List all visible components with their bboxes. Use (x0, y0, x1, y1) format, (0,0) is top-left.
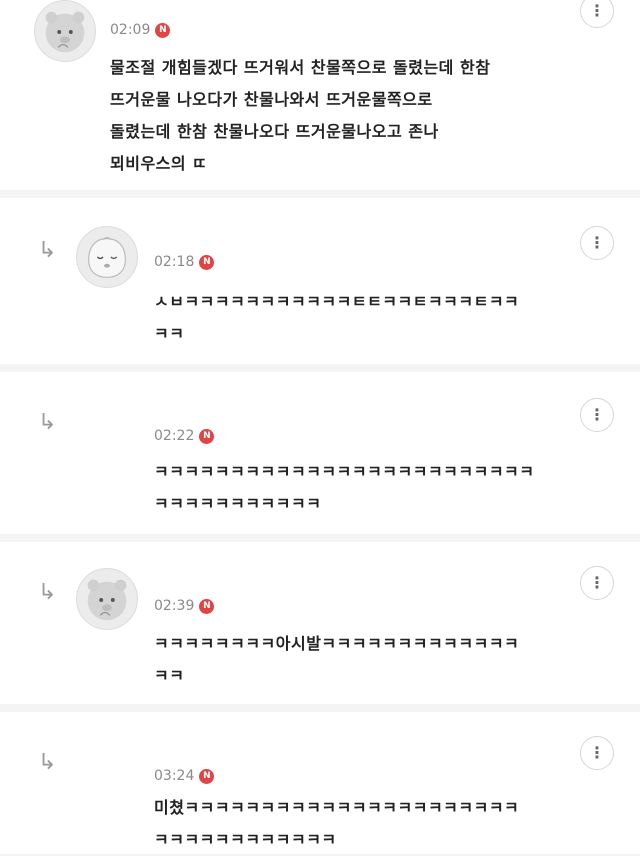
comment-line: ㅋㅋㅋㅋㅋㅋㅋㅋㅋㅋㅋㅋ (154, 830, 337, 849)
comment-text: ㅋㅋㅋㅋㅋㅋㅋㅋㅋㅋㅋㅋㅋㅋㅋㅋㅋㅋㅋㅋㅋㅋㅋㅋㅋ ㅋㅋㅋㅋㅋㅋㅋㅋㅋㅋㅋ (154, 456, 535, 520)
new-badge: N (199, 768, 215, 784)
kebab-menu-icon: ⋮ (589, 233, 605, 252)
timestamp: 02:18 (154, 254, 195, 270)
comment-text: 미쳤ㅋㅋㅋㅋㅋㅋㅋㅋㅋㅋㅋㅋㅋㅋㅋㅋㅋㅋㅋㅋㅋㅋ ㅋㅋㅋㅋㅋㅋㅋㅋㅋㅋㅋㅋ (154, 792, 519, 856)
reply-arrow-icon: ↳ (38, 580, 57, 605)
more-options-button[interactable]: ⋮ (580, 736, 614, 770)
new-badge: N (199, 598, 215, 614)
new-badge: N (199, 254, 215, 270)
timestamp: 02:39 (154, 598, 195, 614)
peach-avatar[interactable] (76, 226, 138, 288)
reply-arrow-icon: ↳ (38, 410, 57, 435)
reply-arrow-icon: ↳ (38, 238, 57, 263)
bear-face-icon (87, 579, 127, 621)
kebab-menu-icon: ⋮ (589, 743, 605, 762)
reply-card: ↳ 02:39 N ㅋㅋㅋㅋㅋㅋㅋㅋ아시발ㅋㅋㅋㅋㅋㅋㅋㅋㅋㅋㅋㅋㅋ ㅋㅋ ⋮ (0, 542, 640, 704)
comment-line: 물조절 개힘들겠다 뜨거워서 찬물쪽으로 돌렸는데 한참 (110, 58, 491, 77)
comment-time: 02:18 N (154, 254, 215, 270)
comment-line: 돌렸는데 한참 찬물나오다 뜨거운물나오고 존나 (110, 122, 439, 141)
comment-line: ㅋㅋㅋㅋㅋㅋㅋㅋㅋㅋㅋ (154, 494, 322, 513)
reply-card: ↳ 03:24 N 미쳤ㅋㅋㅋㅋㅋㅋㅋㅋㅋㅋㅋㅋㅋㅋㅋㅋㅋㅋㅋㅋㅋㅋ ㅋㅋㅋㅋㅋ… (0, 712, 640, 854)
comment-line: ㅋㅋㅋㅋㅋㅋㅋㅋ아시발ㅋㅋㅋㅋㅋㅋㅋㅋㅋㅋㅋㅋㅋ (154, 634, 520, 653)
comment-time: 02:09 N (110, 22, 171, 38)
reply-card: ↳ 02:18 N ㅅㅂㅋㅋㅋㅋㅋㅋㅋㅋㅋㅋㅋㅌㅌㅋㅋㅌㅋㅋㅋㅌㅋㅋ ㅋㅋ ⋮ (0, 198, 640, 364)
comment-text: ㅅㅂㅋㅋㅋㅋㅋㅋㅋㅋㅋㅋㅋㅌㅌㅋㅋㅌㅋㅋㅋㅌㅋㅋ ㅋㅋ (154, 286, 519, 350)
comment-line: ㅅㅂㅋㅋㅋㅋㅋㅋㅋㅋㅋㅋㅋㅌㅌㅋㅋㅌㅋㅋㅋㅌㅋㅋ (154, 292, 520, 311)
comment-card: 02:09 N 물조절 개힘들겠다 뜨거워서 찬물쪽으로 돌렸는데 한참 뜨거운… (0, 0, 640, 190)
reply-card: ↳ 02:22 N ㅋㅋㅋㅋㅋㅋㅋㅋㅋㅋㅋㅋㅋㅋㅋㅋㅋㅋㅋㅋㅋㅋㅋㅋㅋ ㅋㅋㅋㅋ… (0, 372, 640, 534)
comment-line: 뜨거운물 나오다가 찬물나와서 뜨거운물쪽으로 (110, 90, 433, 109)
comment-time: 03:24 N (154, 768, 215, 784)
bear-avatar[interactable] (34, 0, 96, 62)
more-options-button[interactable]: ⋮ (580, 226, 614, 260)
more-options-button[interactable]: ⋮ (580, 0, 614, 28)
timestamp: 02:22 (154, 428, 195, 444)
bear-face-icon (45, 11, 85, 53)
more-options-button[interactable]: ⋮ (580, 398, 614, 432)
comment-time: 02:39 N (154, 598, 215, 614)
comment-time: 02:22 N (154, 428, 215, 444)
peach-face-icon (88, 237, 126, 278)
new-badge: N (155, 22, 171, 38)
kebab-menu-icon: ⋮ (589, 405, 605, 424)
kebab-menu-icon: ⋮ (589, 1, 605, 20)
bear-avatar[interactable] (76, 568, 138, 630)
comment-text: ㅋㅋㅋㅋㅋㅋㅋㅋ아시발ㅋㅋㅋㅋㅋㅋㅋㅋㅋㅋㅋㅋㅋ ㅋㅋ (154, 628, 519, 692)
new-badge: N (199, 428, 215, 444)
comment-text: 물조절 개힘들겠다 뜨거워서 찬물쪽으로 돌렸는데 한참 뜨거운물 나오다가 찬… (110, 52, 490, 180)
more-options-button[interactable]: ⋮ (580, 566, 614, 600)
reply-arrow-icon: ↳ (38, 750, 57, 775)
timestamp: 03:24 (154, 768, 195, 784)
comment-line: ㅋㅋ (154, 324, 185, 343)
comment-line: 미쳤ㅋㅋㅋㅋㅋㅋㅋㅋㅋㅋㅋㅋㅋㅋㅋㅋㅋㅋㅋㅋㅋㅋ (154, 798, 520, 817)
comment-line: ㅋㅋ (154, 666, 185, 685)
comment-line: 뫼비우스의 ㄸ (110, 154, 208, 173)
kebab-menu-icon: ⋮ (589, 573, 605, 592)
comment-line: ㅋㅋㅋㅋㅋㅋㅋㅋㅋㅋㅋㅋㅋㅋㅋㅋㅋㅋㅋㅋㅋㅋㅋㅋㅋ (154, 462, 535, 481)
timestamp: 02:09 (110, 22, 151, 38)
